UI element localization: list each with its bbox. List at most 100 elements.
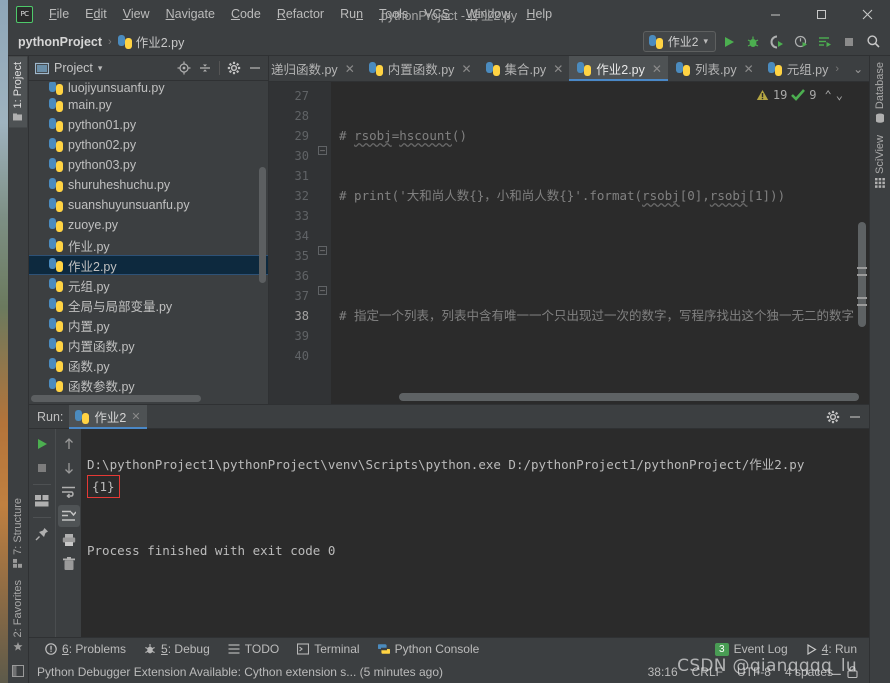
collapse-all-icon[interactable] xyxy=(195,58,215,78)
bottom-tab-terminal[interactable]: Terminal xyxy=(289,640,367,658)
close-icon[interactable]: ✕ xyxy=(131,410,140,423)
menu-item-navigate[interactable]: Navigate xyxy=(158,3,223,25)
tree-item-selected[interactable]: 作业2.py xyxy=(29,255,268,275)
fold-marker-line-30[interactable]: – xyxy=(318,146,327,155)
code-editor[interactable]: 27 28 29 30 31 32 33 34 35 36 37 38 xyxy=(269,82,869,404)
tree-item[interactable]: python01.py xyxy=(29,115,268,135)
print-button[interactable] xyxy=(58,529,80,551)
toggle-tool-windows-button[interactable] xyxy=(12,657,24,683)
tree-item[interactable]: 内置函数.py xyxy=(29,335,268,355)
tree-item[interactable]: 全局与局部变量.py xyxy=(29,295,268,315)
sidebar-tab-favorites[interactable]: 2: Favorites xyxy=(9,574,27,657)
inspection-prev-icon[interactable]: ⌃ xyxy=(825,85,832,105)
bottom-tab-problems[interactable]: 6: Problems xyxy=(37,640,134,658)
menu-item-vcs[interactable]: VCS xyxy=(416,3,458,25)
tree-item[interactable]: shuruheshuchu.py xyxy=(29,175,268,195)
menu-item-tools[interactable]: Tools xyxy=(371,3,416,25)
run-console-output[interactable]: D:\pythonProject1\pythonProject\venv\Scr… xyxy=(81,429,869,637)
run-configuration-selector[interactable]: 作业2 ▾ xyxy=(643,31,716,52)
code-content[interactable]: # rsobj=hscount() # print('大和尚人数{}，小和尚人数… xyxy=(331,82,869,404)
error-stripe-mark[interactable] xyxy=(857,297,867,299)
hide-panel-icon[interactable] xyxy=(845,407,865,427)
menu-item-run[interactable]: Run xyxy=(332,3,371,25)
bottom-tab-run[interactable]: 4: Run xyxy=(798,640,865,658)
close-icon[interactable]: ✕ xyxy=(553,62,563,76)
line-separator[interactable]: CRLF xyxy=(692,665,723,679)
inspection-next-icon[interactable]: ⌄ xyxy=(836,85,843,105)
tree-item[interactable]: python02.py xyxy=(29,135,268,155)
indent-setting[interactable]: 4 spaces xyxy=(785,665,833,679)
stop-button[interactable] xyxy=(838,31,860,53)
editor-gutter[interactable]: 27 28 29 30 31 32 33 34 35 36 37 38 xyxy=(269,82,331,404)
tree-item[interactable]: 作业.py xyxy=(29,235,268,255)
menu-item-view[interactable]: View xyxy=(115,3,158,25)
menu-item-refactor[interactable]: Refactor xyxy=(269,3,332,25)
menu-item-help[interactable]: Help xyxy=(518,3,560,25)
editor-tab-active[interactable]: 作业2.py ✕ xyxy=(569,56,668,81)
tree-item[interactable]: luojiyunsuanfu.py xyxy=(29,82,268,95)
project-file-tree[interactable]: luojiyunsuanfu.py main.py python01.py py… xyxy=(29,81,268,404)
code-line-28[interactable]: # print('大和尚人数{}，小和尚人数{}'.format(rsobj[0… xyxy=(331,186,869,206)
editor-tab-5[interactable]: 元组.py › xyxy=(760,56,847,81)
editor-horizontal-scrollbar[interactable] xyxy=(399,393,859,401)
menu-item-file[interactable]: File xyxy=(41,3,77,25)
lock-icon[interactable] xyxy=(847,666,861,678)
status-message[interactable]: Python Debugger Extension Available: Cyt… xyxy=(37,665,443,679)
file-encoding[interactable]: UTF-8 xyxy=(737,665,771,679)
close-icon[interactable]: ✕ xyxy=(461,62,471,76)
code-line-29[interactable] xyxy=(331,246,869,266)
bottom-tab-todo[interactable]: TODO xyxy=(220,640,287,658)
soft-wrap-button[interactable] xyxy=(58,481,80,503)
profile-button[interactable] xyxy=(790,31,812,53)
sidebar-tab-database[interactable]: Database xyxy=(871,56,889,129)
tree-item[interactable]: suanshuyunsuanfu.py xyxy=(29,195,268,215)
editor-tab-1[interactable]: 内置函数.py ✕ xyxy=(361,56,478,81)
search-everywhere-button[interactable] xyxy=(862,31,884,53)
menu-item-window[interactable]: Window xyxy=(458,3,518,25)
breadcrumb-project[interactable]: pythonProject xyxy=(14,34,106,50)
run-panel-tab[interactable]: 作业2 ✕ xyxy=(69,405,146,429)
hide-panel-icon[interactable] xyxy=(245,58,265,78)
menu-item-edit[interactable]: Edit xyxy=(77,3,115,25)
sidebar-tab-project[interactable]: 1: Project xyxy=(9,56,27,127)
tree-item[interactable]: 函数.py xyxy=(29,355,268,375)
project-tree-horizontal-scrollbar[interactable] xyxy=(31,395,201,402)
up-button[interactable] xyxy=(58,433,80,455)
menu-item-code[interactable]: Code xyxy=(223,3,269,25)
stop-button[interactable] xyxy=(31,457,53,479)
sidebar-tab-sciview[interactable]: SciView xyxy=(871,129,889,194)
editor-tab-2[interactable]: 集合.py ✕ xyxy=(478,56,570,81)
down-button[interactable] xyxy=(58,457,80,479)
locate-icon[interactable] xyxy=(174,58,194,78)
tree-item[interactable]: 函数参数.py xyxy=(29,375,268,395)
debug-button[interactable] xyxy=(742,31,764,53)
close-icon[interactable]: ✕ xyxy=(345,62,355,76)
inspection-widget[interactable]: 19 9 ⌃ ⌄ xyxy=(756,85,843,105)
error-stripe-mark[interactable] xyxy=(857,267,867,269)
pin-button[interactable] xyxy=(31,523,53,545)
editor-tabs-overflow-button[interactable]: ⌄ xyxy=(847,56,869,81)
error-stripe-mark[interactable] xyxy=(857,304,867,306)
minimize-button[interactable] xyxy=(752,0,798,28)
coverage-button[interactable] xyxy=(766,31,788,53)
tree-item[interactable]: 内置.py xyxy=(29,315,268,335)
editor-tab-4[interactable]: 列表.py ✕ xyxy=(668,56,760,81)
close-icon[interactable]: ✕ xyxy=(744,62,754,76)
run-button[interactable] xyxy=(718,31,740,53)
editor-tab-0[interactable]: 递归函数.py ✕ xyxy=(269,56,361,81)
settings-gear-icon[interactable] xyxy=(224,58,244,78)
close-button[interactable] xyxy=(844,0,890,28)
caret-position[interactable]: 38:16 xyxy=(648,665,678,679)
tree-item[interactable]: zuoye.py xyxy=(29,215,268,235)
scroll-to-end-button[interactable] xyxy=(58,505,80,527)
error-stripe-mark[interactable] xyxy=(857,274,867,276)
settings-gear-icon[interactable] xyxy=(823,407,843,427)
clear-all-button[interactable] xyxy=(58,553,80,575)
breadcrumb-file[interactable]: 作业2.py xyxy=(114,31,189,52)
tree-item[interactable]: main.py xyxy=(29,95,268,115)
project-tree-vertical-scrollbar[interactable] xyxy=(259,167,266,283)
code-line-31[interactable] xyxy=(331,366,869,386)
tree-item[interactable]: python03.py xyxy=(29,155,268,175)
bottom-tab-event-log[interactable]: 3 Event Log xyxy=(707,640,796,658)
fold-marker-line-35[interactable]: – xyxy=(318,246,327,255)
